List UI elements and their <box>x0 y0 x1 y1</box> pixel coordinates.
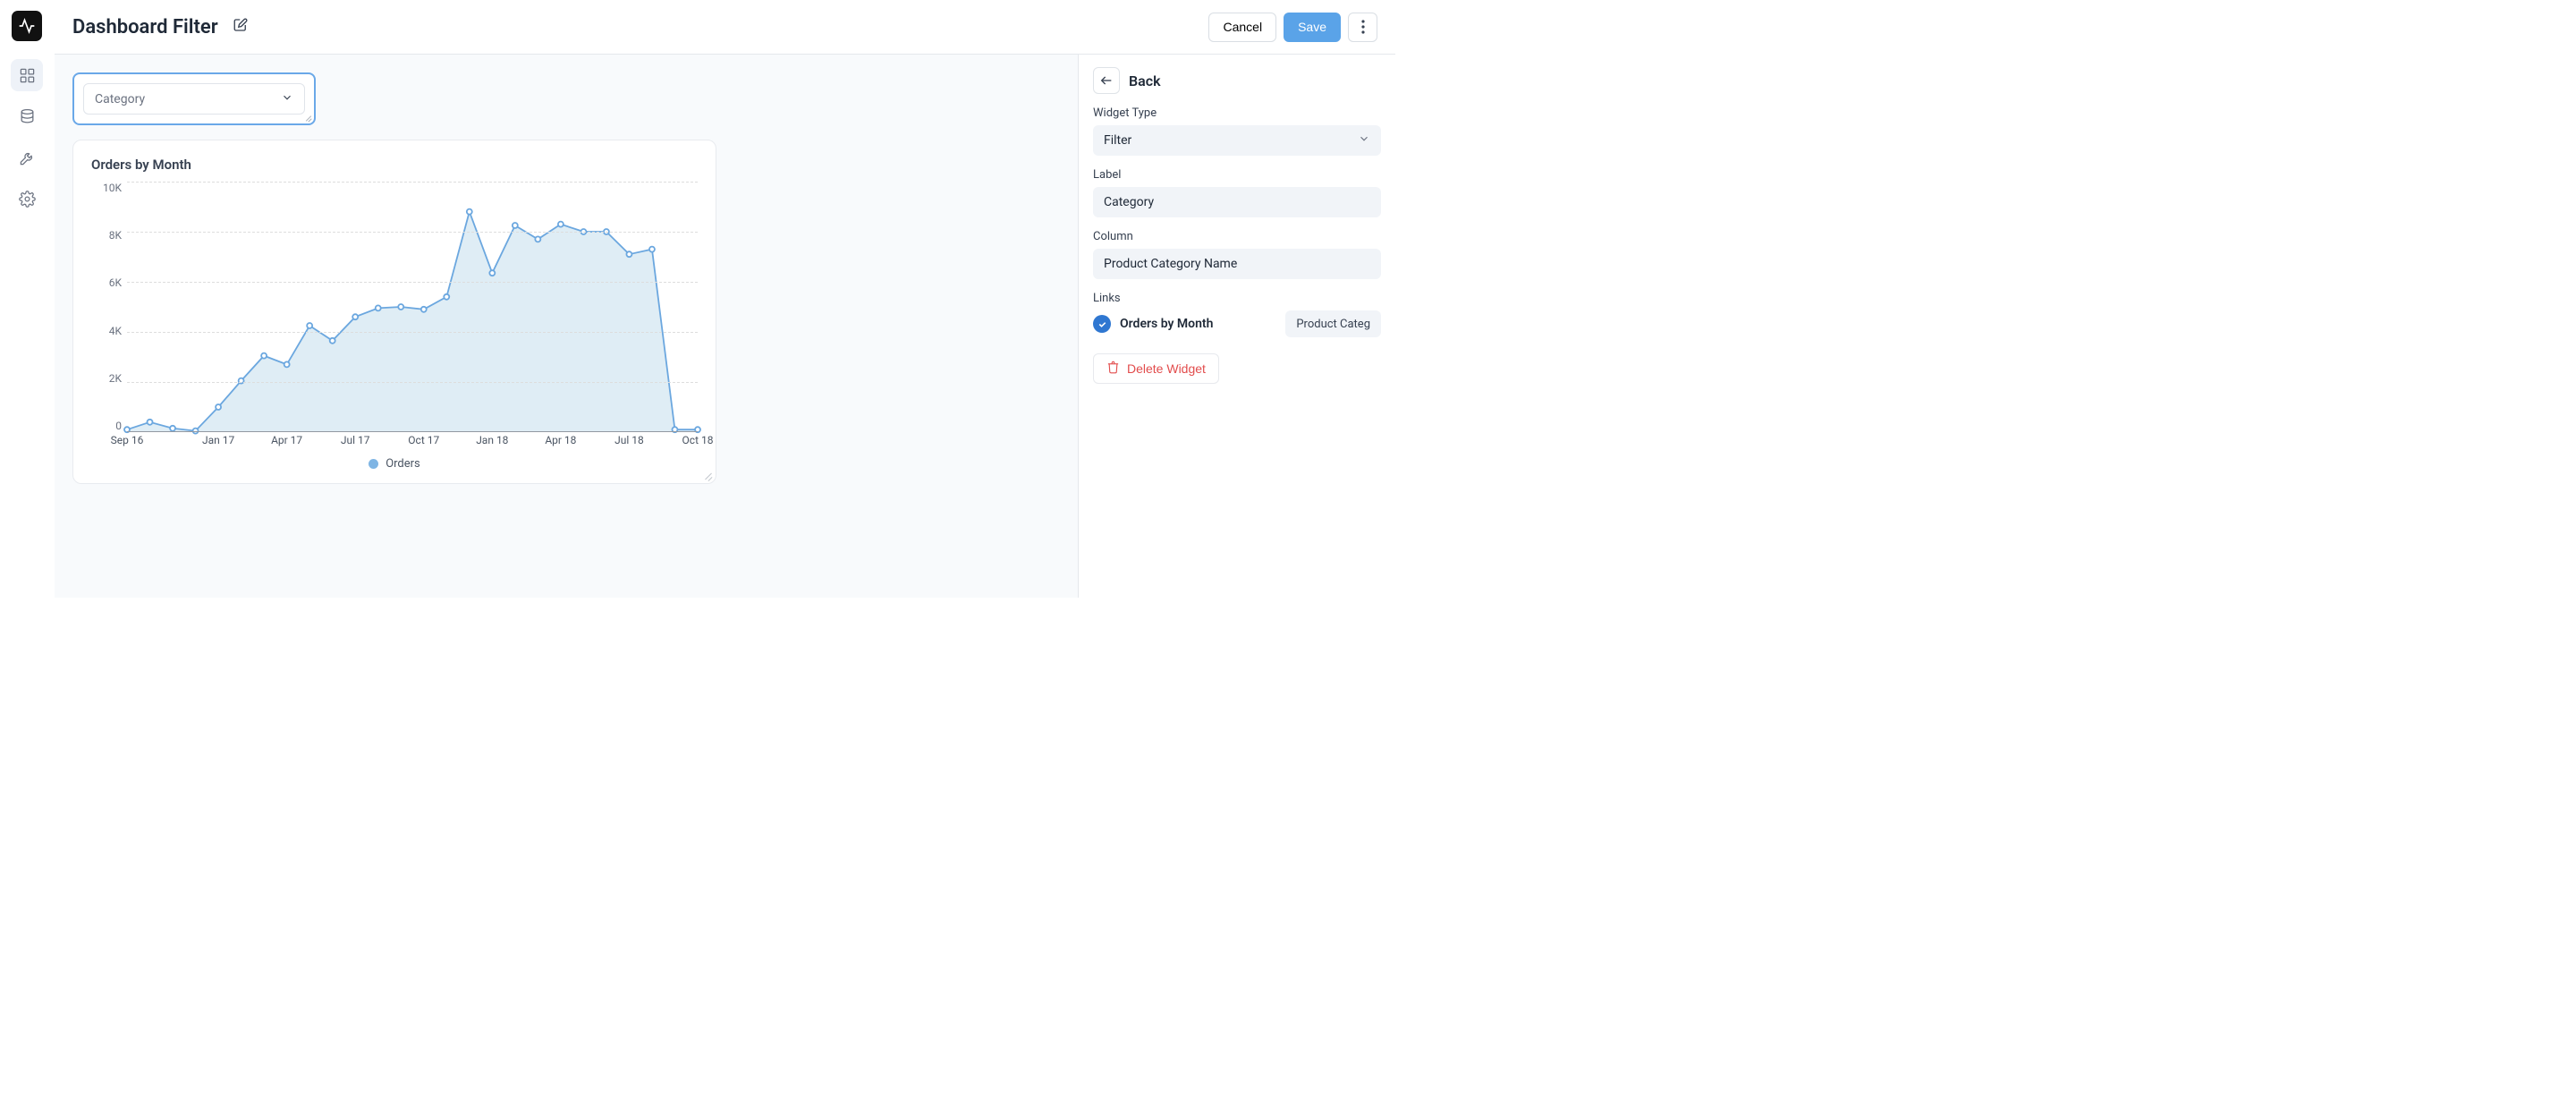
legend-marker-icon <box>369 459 378 469</box>
label-input[interactable]: Category <box>1093 187 1381 217</box>
chart-legend: Orders <box>91 457 698 471</box>
link-name: Orders by Month <box>1120 317 1276 331</box>
x-tick: Oct 17 <box>408 434 439 446</box>
y-tick: 2K <box>91 372 122 385</box>
more-button[interactable] <box>1348 13 1377 42</box>
y-tick: 8K <box>91 229 122 242</box>
x-tick: Apr 18 <box>545 434 576 446</box>
y-tick: 4K <box>91 325 122 337</box>
x-tick: Jan 17 <box>202 434 234 446</box>
link-row: Orders by Month Product Categ <box>1093 310 1381 337</box>
legend-label: Orders <box>386 457 420 471</box>
filter-select[interactable]: Category <box>83 83 305 115</box>
chart-card[interactable]: Orders by Month 10K 8K 6K 4K 2K 0 Sep 16 Jan 1… <box>72 140 716 484</box>
delete-widget-button[interactable]: Delete Widget <box>1093 353 1219 384</box>
edit-title-icon[interactable] <box>233 17 249 37</box>
back-button[interactable] <box>1093 67 1120 94</box>
links-label: Links <box>1093 292 1381 305</box>
x-axis-line <box>127 431 698 432</box>
save-button[interactable]: Save <box>1284 13 1341 42</box>
link-column-pill[interactable]: Product Categ <box>1285 310 1381 337</box>
topbar: Dashboard Filter Cancel Save <box>55 0 1395 54</box>
x-tick: Jan 18 <box>476 434 508 446</box>
x-tick: Jul 18 <box>614 434 644 446</box>
nav-settings[interactable] <box>11 183 43 215</box>
resize-handle-icon[interactable] <box>702 470 713 480</box>
gridline <box>127 182 698 183</box>
back-label: Back <box>1129 72 1161 89</box>
chevron-down-icon <box>1358 132 1370 149</box>
nav-databases[interactable] <box>11 100 43 132</box>
y-tick: 6K <box>91 276 122 289</box>
widget-type-label: Widget Type <box>1093 106 1381 120</box>
y-tick: 10K <box>91 182 122 194</box>
canvas[interactable]: Category Orders by Month 10K 8K 6K 4K 2K 0 <box>55 55 1078 598</box>
filter-select-label: Category <box>95 92 145 106</box>
gridline <box>127 232 698 233</box>
trash-icon <box>1106 361 1120 377</box>
x-tick: Jul 17 <box>341 434 370 446</box>
x-tick: Oct 18 <box>682 434 714 446</box>
chevron-down-icon <box>281 91 293 107</box>
label-field-label: Label <box>1093 168 1381 182</box>
page-title: Dashboard Filter <box>72 16 218 38</box>
cancel-button[interactable]: Cancel <box>1208 13 1276 42</box>
column-field-label: Column <box>1093 230 1381 243</box>
nav-dashboards[interactable] <box>11 59 43 91</box>
resize-handle-icon[interactable] <box>303 113 312 122</box>
x-tick: Sep 16 <box>111 434 144 446</box>
gridline <box>127 282 698 283</box>
nav-tools[interactable] <box>11 141 43 174</box>
gridline <box>127 382 698 383</box>
chart-title: Orders by Month <box>91 157 698 173</box>
gridline <box>127 332 698 333</box>
x-tick: Apr 17 <box>271 434 302 446</box>
chart-plot-area: 10K 8K 6K 4K 2K 0 Sep 16 Jan 17 Apr 17 Jul 17 Oct… <box>91 182 698 450</box>
y-tick: 0 <box>91 420 122 432</box>
column-input[interactable]: Product Category Name <box>1093 249 1381 279</box>
link-checkbox[interactable] <box>1093 315 1111 333</box>
inspector-panel: Back Widget Type Filter Label Category C… <box>1078 55 1395 598</box>
widget-type-select[interactable]: Filter <box>1093 125 1381 156</box>
filter-widget[interactable]: Category <box>72 72 316 125</box>
app-logo <box>12 11 42 41</box>
